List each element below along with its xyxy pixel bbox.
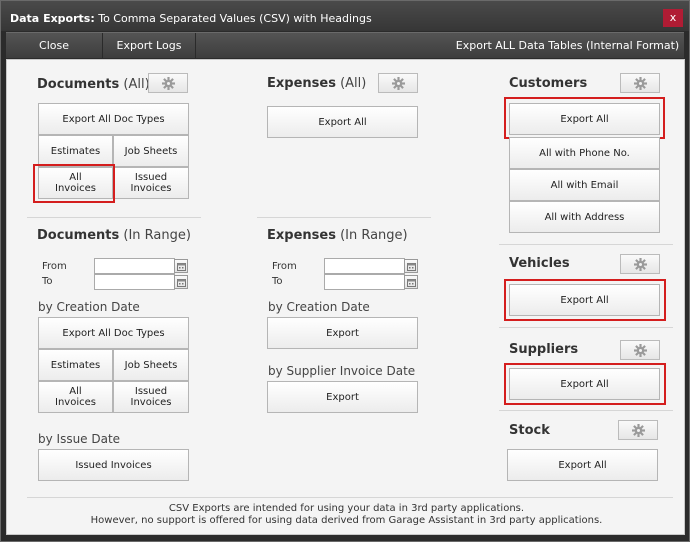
- documents-all-job-sheets-button[interactable]: Job Sheets: [113, 135, 189, 167]
- gear-icon[interactable]: [620, 340, 660, 360]
- expenses-by-supplier-invoice-date-label: by Supplier Invoice Date: [268, 364, 416, 378]
- export-all-data-tables-button[interactable]: Export ALL Data Tables (Internal Format): [451, 33, 684, 58]
- expenses-range-to-label: To: [272, 276, 283, 287]
- documents-all-export-all-doc-types-button[interactable]: Export All Doc Types: [38, 103, 189, 135]
- suppliers-export-all-button[interactable]: Export All: [509, 368, 660, 400]
- documents-range-all-invoices-button[interactable]: All Invoices: [38, 381, 113, 413]
- documents-range-from-label: From: [42, 261, 67, 272]
- all-invoices-line1: All: [69, 172, 82, 183]
- export-panel: Documents (All) Export All Doc Types Est…: [6, 59, 685, 535]
- section-divider: [27, 217, 201, 218]
- all-invoices-line1: All: [69, 386, 82, 397]
- export-logs-button[interactable]: Export Logs: [103, 33, 195, 58]
- gear-icon[interactable]: [148, 73, 188, 93]
- expenses-range-title: Expenses: [267, 228, 336, 243]
- documents-range-issued-invoices-export-button[interactable]: Issued Invoices: [38, 449, 189, 481]
- expenses-range-export-supplier-button[interactable]: Export: [267, 381, 418, 413]
- expenses-all-export-all-button[interactable]: Export All: [267, 106, 418, 138]
- section-divider: [499, 410, 673, 411]
- documents-range-issued-invoices-button[interactable]: Issued Invoices: [113, 381, 189, 413]
- documents-all-heading: Documents (All): [37, 77, 150, 92]
- stock-export-all-button[interactable]: Export All: [507, 449, 658, 481]
- close-menu-button[interactable]: Close: [6, 33, 102, 58]
- documents-all-all-invoices-button[interactable]: All Invoices: [38, 167, 113, 199]
- gear-icon[interactable]: [620, 73, 660, 93]
- calendar-icon[interactable]: [174, 259, 188, 273]
- vehicles-heading: Vehicles: [509, 256, 570, 271]
- documents-range-from-field[interactable]: [94, 258, 175, 274]
- suppliers-heading: Suppliers: [509, 342, 578, 357]
- expenses-by-creation-date-label: by Creation Date: [268, 300, 370, 314]
- title-bar: Data Exports: To Comma Separated Values …: [1, 1, 689, 31]
- documents-range-to-field[interactable]: [94, 274, 175, 290]
- documents-all-issued-invoices-button[interactable]: Issued Invoices: [113, 167, 189, 199]
- customers-export-all-button[interactable]: Export All: [509, 103, 660, 135]
- footer-note: CSV Exports are intended for using your …: [7, 503, 686, 527]
- vehicles-export-all-button[interactable]: Export All: [509, 284, 660, 316]
- issued-invoices-line2: Invoices: [130, 397, 172, 408]
- documents-all-title: Documents: [37, 77, 120, 92]
- customers-all-with-email-button[interactable]: All with Email: [509, 169, 660, 201]
- suppliers-title: Suppliers: [509, 342, 579, 357]
- customers-title: Customers: [509, 76, 588, 91]
- expenses-all-title: Expenses: [267, 76, 336, 91]
- window-title-rest: To Comma Separated Values (CSV) with Hea…: [94, 12, 372, 25]
- footer-line-1: CSV Exports are intended for using your …: [168, 503, 525, 514]
- gear-icon[interactable]: [618, 420, 658, 440]
- expenses-range-suffix: (In Range): [335, 228, 408, 243]
- customers-heading: Customers: [509, 76, 587, 91]
- all-invoices-line2: Invoices: [55, 183, 96, 194]
- calendar-icon[interactable]: [174, 275, 188, 289]
- issued-invoices-line1: Issued: [134, 386, 168, 397]
- section-divider: [499, 244, 673, 245]
- vehicles-title: Vehicles: [509, 256, 570, 271]
- calendar-icon[interactable]: [404, 275, 418, 289]
- section-divider: [499, 327, 673, 328]
- stock-heading: Stock: [509, 423, 550, 438]
- customers-all-with-phone-button[interactable]: All with Phone No.: [509, 137, 660, 169]
- data-exports-window: Data Exports: To Comma Separated Values …: [0, 0, 690, 542]
- expenses-range-to-field[interactable]: [324, 274, 405, 290]
- stock-title: Stock: [509, 423, 550, 438]
- customers-all-with-address-button[interactable]: All with Address: [509, 201, 660, 233]
- footer-line-2: However, no support is offered for using…: [90, 515, 603, 526]
- documents-range-estimates-button[interactable]: Estimates: [38, 349, 113, 381]
- menu-separator: [195, 33, 196, 58]
- gear-icon[interactable]: [378, 73, 418, 93]
- documents-all-estimates-button[interactable]: Estimates: [38, 135, 113, 167]
- documents-all-suffix: (All): [119, 77, 150, 92]
- expenses-range-from-field[interactable]: [324, 258, 405, 274]
- expenses-all-suffix: (All): [335, 76, 367, 91]
- expenses-range-heading: Expenses (In Range): [267, 228, 408, 243]
- documents-range-to-label: To: [42, 276, 53, 287]
- window-title-bold: Data Exports:: [10, 12, 95, 25]
- window-title: Data Exports: To Comma Separated Values …: [10, 12, 372, 25]
- section-divider: [257, 217, 431, 218]
- menu-bar: Close Export Logs Export ALL Data Tables…: [6, 32, 684, 58]
- documents-by-creation-date-label: by Creation Date: [38, 300, 140, 314]
- window-close-button[interactable]: x: [663, 9, 683, 27]
- footer-divider: [27, 497, 673, 498]
- issued-invoices-line1: Issued: [134, 172, 168, 183]
- documents-range-job-sheets-button[interactable]: Job Sheets: [113, 349, 189, 381]
- documents-range-title: Documents: [37, 228, 120, 243]
- expenses-range-export-creation-button[interactable]: Export: [267, 317, 418, 349]
- documents-range-export-all-doc-types-button[interactable]: Export All Doc Types: [38, 317, 189, 349]
- issued-invoices-line2: Invoices: [130, 183, 172, 194]
- documents-range-suffix: (In Range): [119, 228, 191, 243]
- expenses-all-heading: Expenses (All): [267, 76, 366, 91]
- gear-icon[interactable]: [620, 254, 660, 274]
- calendar-icon[interactable]: [404, 259, 418, 273]
- expenses-range-from-label: From: [272, 261, 297, 272]
- documents-range-heading: Documents (In Range): [37, 228, 191, 243]
- all-invoices-line2: Invoices: [55, 397, 96, 408]
- documents-by-issue-date-label: by Issue Date: [38, 432, 121, 446]
